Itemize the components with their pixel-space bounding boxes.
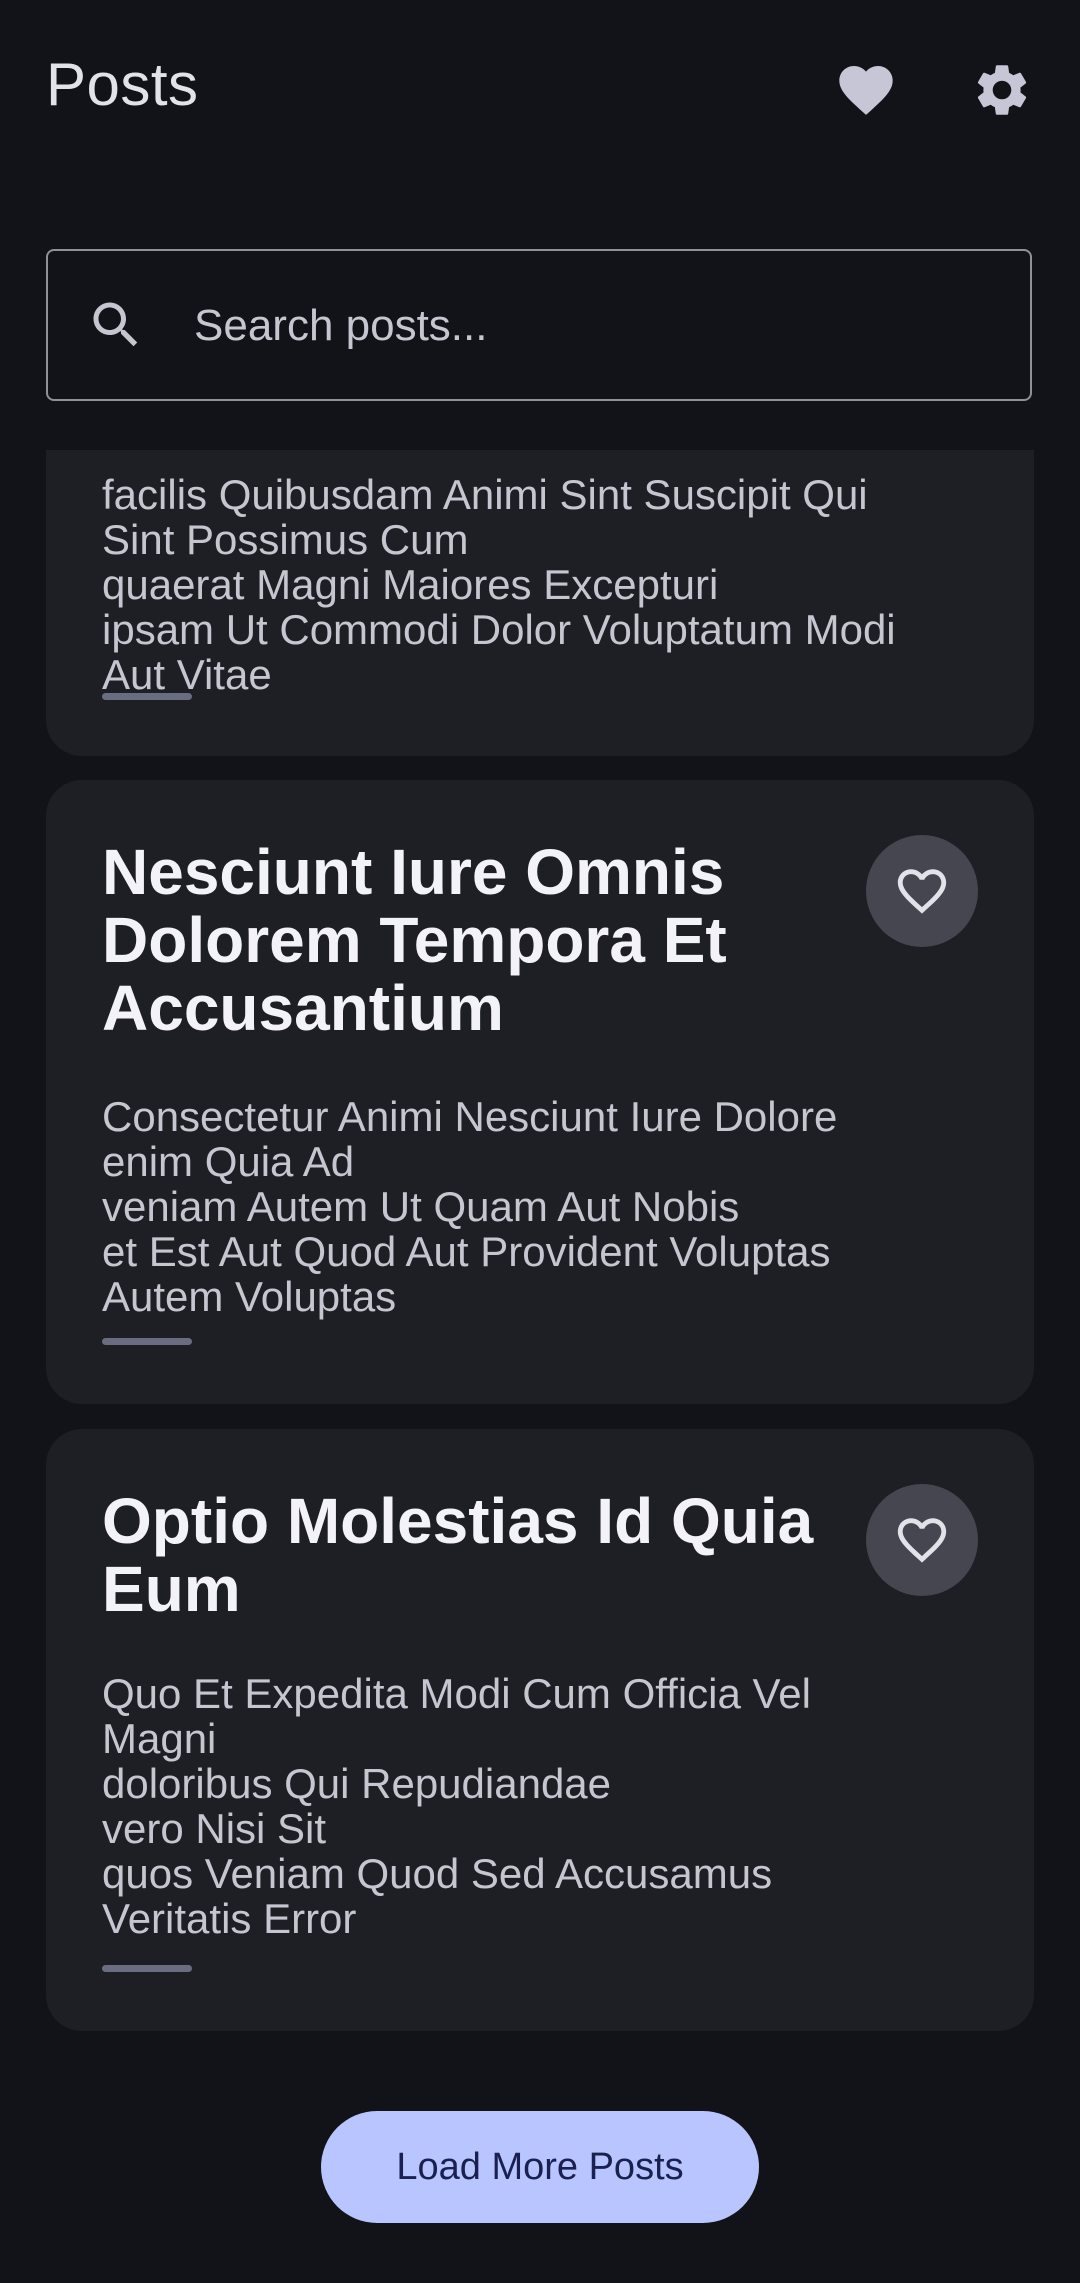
favorite-button[interactable]	[866, 1484, 978, 1596]
post-body-line: Autem Voluptas	[102, 1273, 397, 1320]
heart-outline-icon	[897, 869, 947, 914]
post-title: Optio Molestias Id Quia Eum	[102, 1485, 814, 1625]
posts-screen: facilis Quibusdam Animi Sint Suscipit Qu…	[0, 0, 1080, 2283]
post-divider	[102, 693, 192, 700]
post-body-line: et Est Aut Quod Aut Provident Voluptas	[102, 1228, 831, 1275]
post-body-line: veniam Autem Ut Quam Aut Nobis	[102, 1183, 740, 1230]
post-body-line: quos Veniam Quod Sed Accusamus	[102, 1850, 773, 1897]
post-body-line: vero Nisi Sit	[102, 1805, 327, 1852]
post-body: Quo Et Expedita Modi Cum Officia Vel Mag…	[102, 1671, 1002, 1941]
gear-icon	[977, 65, 1027, 115]
post-body: Consectetur Animi Nesciunt Iure Dolore e…	[102, 1094, 1002, 1319]
search-input[interactable]	[192, 251, 996, 401]
settings-button[interactable]	[962, 50, 1042, 130]
post-card[interactable]: Nesciunt Iure Omnis Dolorem Tempora Et A…	[46, 780, 1034, 1404]
post-body-line: doloribus Qui Repudiandae	[102, 1760, 612, 1807]
top-app-bar: Posts	[0, 0, 1080, 180]
posts-list[interactable]: facilis Quibusdam Animi Sint Suscipit Qu…	[0, 450, 1080, 2283]
favorites-button[interactable]	[826, 50, 906, 130]
post-body-line: Sint Possimus Cum	[102, 516, 469, 563]
favorite-button[interactable]	[866, 835, 978, 947]
page-title: Posts	[46, 51, 199, 118]
search-area	[0, 180, 1080, 450]
post-body-line: Veritatis Error	[102, 1895, 357, 1942]
post-divider	[102, 1965, 192, 1972]
post-body-line: Magni	[102, 1715, 217, 1762]
post-card[interactable]: Optio Molestias Id Quia Eum Quo Et Exped…	[46, 1429, 1034, 2031]
search-field[interactable]	[46, 249, 1032, 401]
post-body-line: Consectetur Animi Nesciunt Iure Dolore	[102, 1093, 838, 1140]
post-body-line: enim Quia Ad	[102, 1138, 355, 1185]
post-body-line: ipsam Ut Commodi Dolor Voluptatum Modi	[102, 606, 896, 653]
post-body-line: quaerat Magni Maiores Excepturi	[102, 561, 719, 608]
post-title: Nesciunt Iure Omnis Dolorem Tempora Et A…	[102, 836, 727, 1044]
post-body: facilis Quibusdam Animi Sint Suscipit Qu…	[102, 472, 1002, 697]
post-divider	[102, 1338, 192, 1345]
search-icon	[93, 302, 138, 347]
post-body-line: facilis Quibusdam Animi Sint Suscipit Qu…	[102, 471, 868, 518]
post-card[interactable]: facilis Quibusdam Animi Sint Suscipit Qu…	[46, 450, 1034, 756]
heart-outline-icon	[897, 1518, 947, 1563]
post-body-line: Quo Et Expedita Modi Cum Officia Vel	[102, 1670, 811, 1717]
heart-filled-icon	[839, 66, 893, 115]
post-body-line: Aut Vitae	[102, 651, 272, 698]
load-more-button[interactable]: Load More Posts	[321, 2111, 759, 2223]
